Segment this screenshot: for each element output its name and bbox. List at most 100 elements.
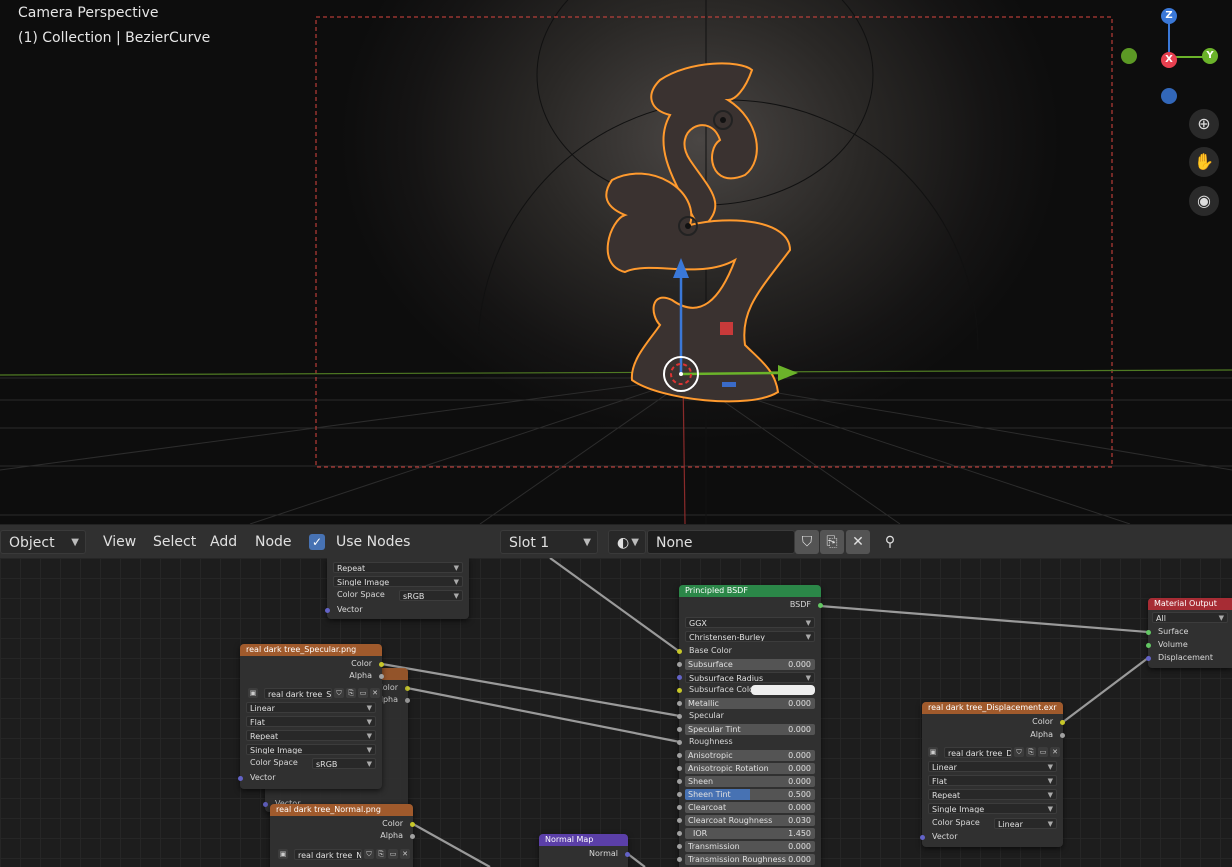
image-texture-node-specular[interactable]: real dark tree_Specular.png Color Alpha … (238, 644, 384, 789)
alpha-socket[interactable] (405, 698, 410, 703)
surface-socket[interactable] (1146, 630, 1151, 635)
close-icon[interactable]: ✕ (370, 688, 380, 698)
node-editor-canvas[interactable]: Repeat ▼ Single Image ▼ Color Space sRGB ▼ … (0, 558, 1232, 867)
hand-pan-icon[interactable]: ✋ (1189, 147, 1219, 177)
specular-tint-field[interactable]: Specular Tint 0.000 (685, 724, 815, 735)
subsurface-color-swatch[interactable] (751, 685, 815, 695)
sheen-tint-field[interactable]: Sheen Tint 0.500 (685, 789, 815, 800)
transmission-socket[interactable] (677, 844, 682, 849)
interpolation-dropdown[interactable]: Linear ▼ (928, 761, 1057, 772)
color-space-dropdown[interactable]: Linear ▼ (994, 818, 1057, 829)
extension-dropdown[interactable]: Repeat ▼ (246, 730, 376, 741)
image-texture-node-displacement[interactable]: real dark tree_Displacement.exr Color Al… (920, 702, 1065, 847)
anisotropic-rotation-field[interactable]: Anisotropic Rotation 0.000 (685, 763, 815, 774)
sheen-tint-socket[interactable] (677, 792, 682, 797)
camera-icon[interactable]: ◉ (1189, 186, 1219, 216)
principled-bsdf-node[interactable]: Principled BSDF BSDF GGX ▼ Christensen-Bu… (677, 585, 823, 867)
displacement-socket[interactable] (1146, 656, 1151, 661)
vector-socket[interactable] (325, 608, 330, 613)
ior-field[interactable]: IOR 1.450 (685, 828, 815, 839)
metallic-field[interactable]: Metallic 0.000 (685, 698, 815, 709)
material-browse-button[interactable]: ◐ ▼ (608, 530, 646, 554)
copy-icon[interactable]: ⎘ (376, 849, 386, 859)
image-name-field[interactable]: real dark tree_S... (264, 688, 332, 699)
menu-view[interactable]: View (103, 525, 136, 559)
close-icon[interactable]: ✕ (400, 849, 410, 859)
close-icon[interactable]: ✕ (1050, 747, 1060, 757)
color-socket[interactable] (405, 686, 410, 691)
gizmo-x-axis[interactable]: X (1161, 52, 1177, 68)
color-socket[interactable] (1060, 720, 1065, 725)
shield-icon[interactable]: ⛉ (1014, 747, 1024, 757)
gizmo-neg-y-axis[interactable] (1121, 48, 1137, 64)
image-texture-node-top[interactable]: Repeat ▼ Single Image ▼ Color Space sRGB ▼ … (325, 558, 469, 619)
slot-dropdown[interactable]: Slot 1 ▼ (500, 530, 598, 554)
image-texture-node-normal[interactable]: real dark tree_Normal.png Color Alpha ▣ … (270, 804, 415, 867)
projection-dropdown[interactable]: Flat ▼ (246, 716, 376, 727)
subsurface-radius-dropdown[interactable]: Subsurface Radius ▼ (685, 672, 815, 683)
menu-node[interactable]: Node (255, 525, 292, 559)
fake-user-shield-icon[interactable]: ⛉ (795, 530, 819, 554)
source-dropdown[interactable]: Single Image ▼ (333, 576, 463, 587)
bsdf-socket[interactable] (818, 603, 823, 608)
material-output-node[interactable]: Material Output All ▼ Surface Volume Disp… (1146, 598, 1232, 668)
specular-tint-socket[interactable] (677, 727, 682, 732)
volume-socket[interactable] (1146, 643, 1151, 648)
sheen-field[interactable]: Sheen 0.000 (685, 776, 815, 787)
viewport-scene[interactable] (0, 0, 1232, 524)
subsurface-color-socket[interactable] (677, 688, 682, 693)
anisotropic-rotation-socket[interactable] (677, 766, 682, 771)
material-name-field[interactable]: None (647, 530, 795, 554)
base-color-socket[interactable] (677, 649, 682, 654)
gizmo-z-axis[interactable]: Z (1161, 8, 1177, 24)
copy-icon[interactable]: ⎘ (1026, 747, 1036, 757)
vector-socket[interactable] (920, 835, 925, 840)
normal-map-node[interactable]: Normal Map Normal (539, 834, 630, 867)
new-material-icon[interactable]: ⎘ (820, 530, 844, 554)
normal-socket[interactable] (625, 852, 630, 857)
copy-icon[interactable]: ⎘ (346, 688, 356, 698)
vector-socket[interactable] (238, 776, 243, 781)
extension-dropdown[interactable]: Repeat ▼ (928, 789, 1057, 800)
shield-icon[interactable]: ⛉ (334, 688, 344, 698)
subsurface-field[interactable]: Subsurface 0.000 (685, 659, 815, 670)
gizmo-neg-z-axis[interactable] (1161, 88, 1177, 104)
zoom-icon[interactable]: ⊕ (1189, 109, 1219, 139)
vector-socket[interactable] (263, 802, 268, 807)
transmission-roughness-socket[interactable] (677, 857, 682, 862)
menu-add[interactable]: Add (210, 525, 237, 559)
alpha-socket[interactable] (410, 834, 415, 839)
use-nodes-checkbox[interactable]: ✓ (309, 534, 325, 550)
folder-icon[interactable]: ▭ (358, 688, 368, 698)
image-name-field[interactable]: real dark tree_Di... (944, 747, 1012, 758)
target-dropdown[interactable]: All ▼ (1152, 612, 1228, 623)
color-space-dropdown[interactable]: sRGB ▼ (312, 758, 376, 769)
color-socket[interactable] (410, 822, 415, 827)
subsurface-method-dropdown[interactable]: Christensen-Burley ▼ (685, 631, 815, 642)
roughness-socket[interactable] (677, 740, 682, 745)
subsurface-socket[interactable] (677, 662, 682, 667)
alpha-socket[interactable] (1060, 733, 1065, 738)
alpha-socket[interactable] (379, 674, 384, 679)
metallic-socket[interactable] (677, 701, 682, 706)
mode-dropdown[interactable]: Object ▼ (0, 530, 86, 554)
clearcoat-socket[interactable] (677, 805, 682, 810)
image-icon[interactable]: ▣ (248, 688, 258, 698)
sheen-socket[interactable] (677, 779, 682, 784)
unlink-x-icon[interactable]: ✕ (846, 530, 870, 554)
3d-viewport[interactable]: Camera Perspective (1) Collection | Bezi… (0, 0, 1232, 524)
clearcoat-field[interactable]: Clearcoat 0.000 (685, 802, 815, 813)
image-name-field[interactable]: real dark tree_N... (294, 849, 362, 860)
source-dropdown[interactable]: Single Image ▼ (246, 744, 376, 755)
ior-socket[interactable] (677, 831, 682, 836)
extension-dropdown[interactable]: Repeat ▼ (333, 562, 463, 573)
transmission-roughness-field[interactable]: Transmission Roughness 0.000 (685, 854, 815, 865)
transmission-field[interactable]: Transmission 0.000 (685, 841, 815, 852)
distribution-dropdown[interactable]: GGX ▼ (685, 617, 815, 628)
gizmo-y-axis[interactable]: Y (1202, 48, 1218, 64)
image-icon[interactable]: ▣ (278, 849, 288, 859)
source-dropdown[interactable]: Single Image ▼ (928, 803, 1057, 814)
color-socket[interactable] (379, 662, 384, 667)
folder-icon[interactable]: ▭ (1038, 747, 1048, 757)
interpolation-dropdown[interactable]: Linear ▼ (246, 702, 376, 713)
